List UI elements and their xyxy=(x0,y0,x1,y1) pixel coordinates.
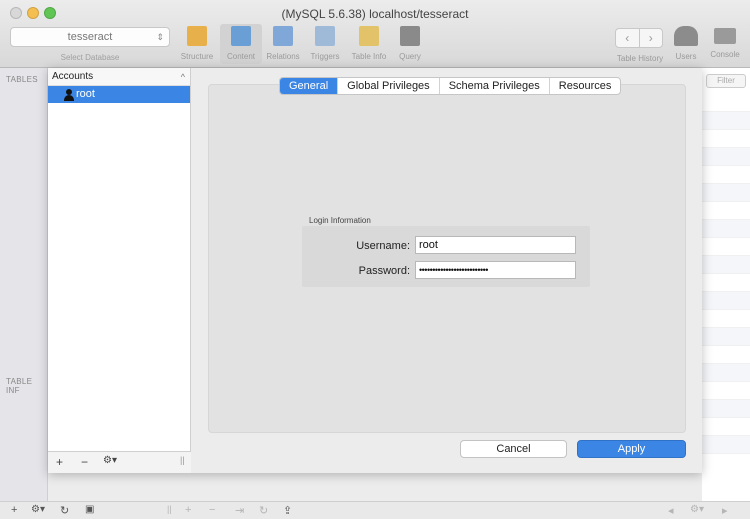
accounts-header[interactable]: Accounts ^ xyxy=(48,68,190,86)
query-label: Query xyxy=(399,52,421,61)
content-table: Filter xyxy=(702,68,750,501)
console-label: Console xyxy=(710,50,740,59)
tab-bar: General Global Privileges Schema Privile… xyxy=(279,77,622,95)
gear-menu-icon[interactable]: ⚙▾ xyxy=(31,504,45,515)
updown-arrows-icon: ⇕ xyxy=(156,32,164,42)
cancel-button[interactable]: Cancel xyxy=(460,440,567,458)
users-button[interactable]: Users xyxy=(670,24,702,64)
triggers-icon xyxy=(315,26,335,46)
account-item-root[interactable]: root xyxy=(48,86,190,103)
table-info-heading: TABLE INF xyxy=(6,377,33,395)
database-select[interactable]: tesseract ⇕ xyxy=(10,27,170,47)
account-name: root xyxy=(76,88,95,100)
apply-button[interactable]: Apply xyxy=(577,440,686,458)
password-field[interactable]: •••••••••••••••••••••••••• xyxy=(415,261,576,279)
triggers-button[interactable]: Triggers xyxy=(304,24,346,64)
user-icon xyxy=(64,89,74,101)
relations-icon xyxy=(273,26,293,46)
table-history-button: Table History xyxy=(610,24,670,64)
query-icon xyxy=(400,26,420,46)
console-icon xyxy=(714,28,736,44)
structure-button[interactable]: Structure xyxy=(176,24,218,64)
tables-sidebar: TABLES TABLE INF xyxy=(0,68,48,501)
refresh-icon[interactable]: ↻ xyxy=(60,504,69,517)
login-information-title: Login Information xyxy=(309,216,371,225)
content-label: Content xyxy=(226,52,256,61)
tab-global-privileges[interactable]: Global Privileges xyxy=(338,78,440,94)
window-toolbar: (MySQL 5.6.38) localhost/tesseract tesse… xyxy=(0,0,750,68)
window-title: (MySQL 5.6.38) localhost/tesseract xyxy=(281,7,469,21)
duplicate-row-icon[interactable]: ⇥ xyxy=(235,504,244,517)
pagination-gear-icon[interactable]: ⚙▾ xyxy=(690,504,704,515)
remove-user-button[interactable]: − xyxy=(81,455,88,469)
reload-icon[interactable]: ↻ xyxy=(259,504,268,517)
username-field[interactable]: root xyxy=(415,236,576,254)
resize-handle-icon[interactable]: || xyxy=(167,504,172,514)
gear-icon[interactable]: ⚙▾ xyxy=(103,455,117,466)
accounts-header-label: Accounts xyxy=(52,71,94,82)
accounts-list: Accounts ^ root + − ⚙▾ || xyxy=(48,68,191,473)
accounts-footer: + − ⚙▾ || xyxy=(48,451,191,473)
structure-label: Structure xyxy=(180,52,214,61)
relations-button[interactable]: Relations xyxy=(262,24,304,64)
export-icon[interactable]: ⇪ xyxy=(283,504,292,517)
console-button[interactable]: Console xyxy=(704,24,746,64)
table-info-icon xyxy=(359,26,379,46)
table-history-label: Table History xyxy=(616,54,664,63)
filter-icon[interactable]: ▣ xyxy=(85,504,94,515)
database-select-value: tesseract xyxy=(67,31,113,43)
tab-schema-privileges[interactable]: Schema Privileges xyxy=(440,78,550,94)
structure-icon xyxy=(187,26,207,46)
chevron-up-icon: ^ xyxy=(180,72,185,82)
query-button[interactable]: Query xyxy=(389,24,431,64)
filter-button[interactable]: Filter xyxy=(706,74,746,88)
add-table-button[interactable]: + xyxy=(11,504,17,516)
add-user-button[interactable]: + xyxy=(56,455,63,469)
content-icon xyxy=(231,26,251,46)
username-label: Username: xyxy=(356,240,410,252)
database-select-label: Select Database xyxy=(60,53,120,62)
tab-resources[interactable]: Resources xyxy=(550,78,621,94)
password-label: Password: xyxy=(358,265,410,277)
tables-heading: TABLES xyxy=(6,75,38,84)
table-info-button[interactable]: Table Info xyxy=(348,24,390,64)
content-button[interactable]: Content xyxy=(220,24,262,64)
bottom-bar: + ⚙▾ ↻ ▣ || + − ⇥ ↻ ⇪ ◂ ⚙▾ ▸ xyxy=(0,501,750,519)
tab-general[interactable]: General xyxy=(280,78,339,94)
previous-page-icon[interactable]: ◂ xyxy=(668,504,674,517)
triggers-label: Triggers xyxy=(310,52,340,61)
relations-label: Relations xyxy=(266,52,300,61)
users-label: Users xyxy=(675,52,697,61)
remove-row-button[interactable]: − xyxy=(209,504,215,516)
resize-handle-icon[interactable]: || xyxy=(180,455,185,465)
users-icon xyxy=(674,26,698,46)
next-page-icon[interactable]: ▸ xyxy=(722,504,728,517)
table-info-label: Table Info xyxy=(351,52,387,61)
add-row-button[interactable]: + xyxy=(185,504,191,516)
